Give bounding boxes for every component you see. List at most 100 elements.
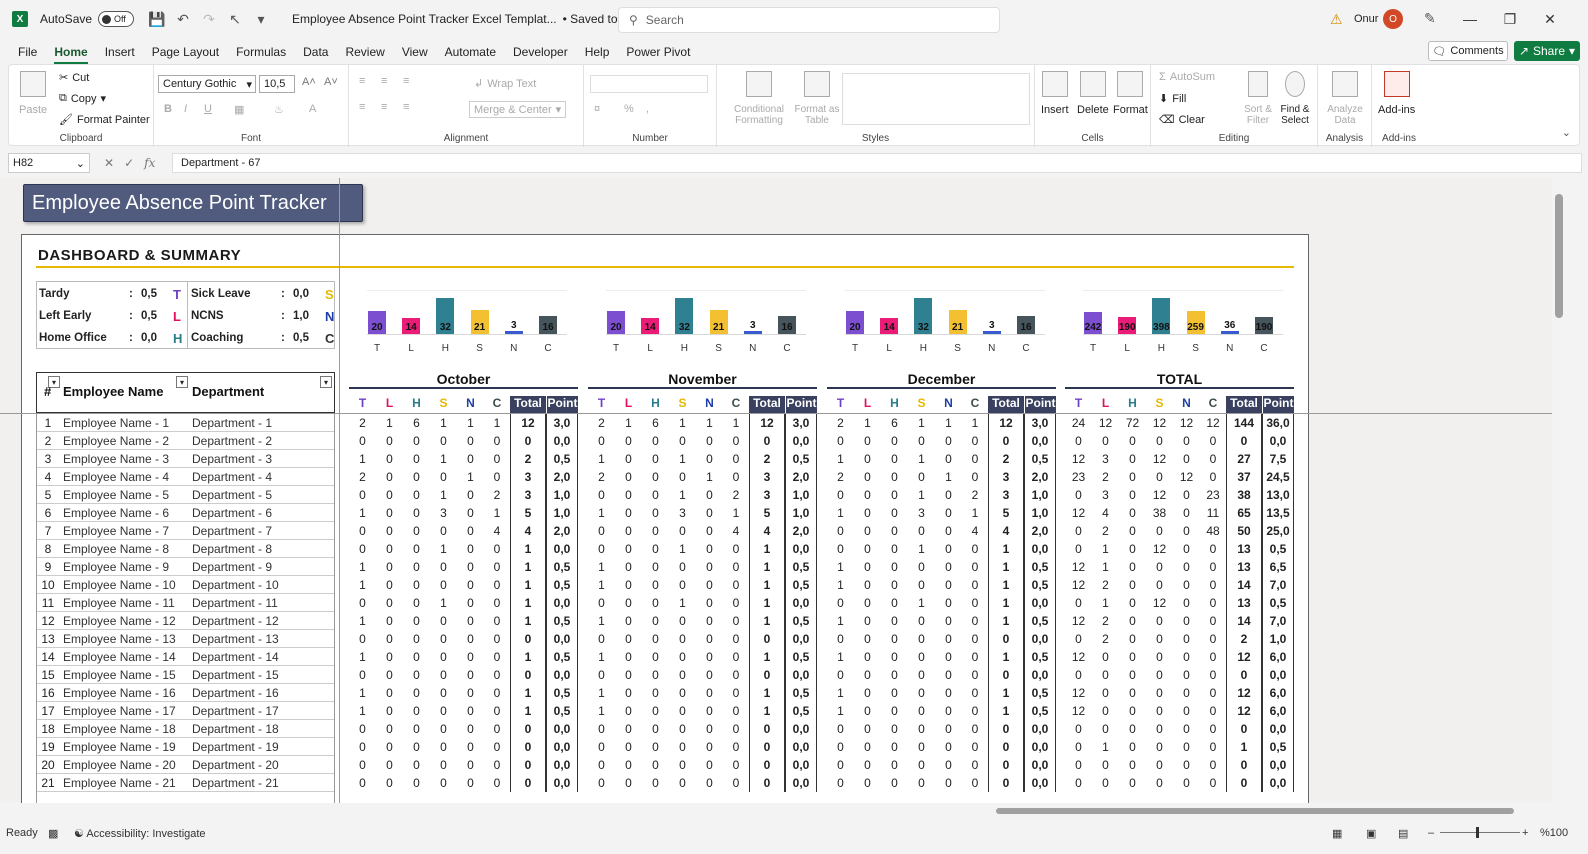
total-cell[interactable]: 144 [1226, 414, 1262, 432]
count-cell[interactable]: 0 [669, 684, 696, 702]
count-cell[interactable]: 0 [1119, 486, 1146, 504]
count-cell[interactable]: 0 [349, 594, 376, 612]
zoom-out-icon[interactable]: – [1428, 827, 1434, 839]
count-cell[interactable]: 1 [484, 504, 510, 522]
merge-center-button[interactable]: Merge & Center ▾ [469, 101, 567, 118]
cell-styles-gallery[interactable] [842, 73, 1030, 125]
count-cell[interactable]: 0 [1065, 486, 1092, 504]
tab-review[interactable]: Review [345, 42, 384, 62]
count-cell[interactable]: 0 [723, 702, 749, 720]
total-cell[interactable]: 0 [988, 756, 1024, 774]
total-cell[interactable]: 1 [988, 558, 1024, 576]
table-row[interactable]: 2 Employee Name - 2 Department - 200000000… [36, 432, 1294, 450]
count-cell[interactable]: 0 [881, 684, 908, 702]
count-cell[interactable]: 12 [1065, 612, 1092, 630]
count-cell[interactable]: 0 [696, 486, 723, 504]
count-cell[interactable]: 1 [827, 612, 854, 630]
count-cell[interactable]: 0 [457, 504, 484, 522]
count-cell[interactable]: 0 [1092, 756, 1119, 774]
count-cell[interactable]: 1 [1092, 738, 1119, 756]
count-cell[interactable]: 0 [1146, 666, 1173, 684]
count-cell[interactable]: 2 [827, 468, 854, 486]
share-button[interactable]: ↗ Share ▾ [1514, 41, 1580, 61]
point-cell[interactable]: 6,0 [1262, 648, 1294, 666]
total-cell[interactable]: 1 [510, 648, 546, 666]
count-cell[interactable]: 0 [881, 702, 908, 720]
count-cell[interactable]: 12 [1173, 414, 1200, 432]
point-cell[interactable]: 24,5 [1262, 468, 1294, 486]
count-cell[interactable]: 0 [1173, 522, 1200, 540]
count-cell[interactable]: 1 [588, 558, 615, 576]
total-cell[interactable]: 1 [988, 594, 1024, 612]
count-cell[interactable]: 0 [723, 576, 749, 594]
tab-data[interactable]: Data [303, 42, 328, 62]
count-cell[interactable]: 0 [615, 630, 642, 648]
count-cell[interactable]: 0 [376, 738, 403, 756]
count-cell[interactable]: 0 [669, 720, 696, 738]
count-cell[interactable]: 0 [696, 738, 723, 756]
count-cell[interactable]: 0 [881, 738, 908, 756]
table-row[interactable]: 7 Employee Name - 7 Department - 700000442… [36, 522, 1294, 540]
employee-name-cell[interactable]: Employee Name - 4 [63, 468, 169, 486]
employee-name-cell[interactable]: Employee Name - 15 [63, 666, 176, 684]
count-cell[interactable]: 0 [723, 756, 749, 774]
count-cell[interactable]: 0 [935, 702, 962, 720]
count-cell[interactable]: 0 [403, 684, 430, 702]
total-cell[interactable]: 0 [510, 666, 546, 684]
total-cell[interactable]: 0 [1226, 756, 1262, 774]
count-cell[interactable]: 0 [827, 432, 854, 450]
count-cell[interactable]: 0 [642, 468, 669, 486]
total-cell[interactable]: 0 [1226, 432, 1262, 450]
total-cell[interactable]: 3 [749, 486, 785, 504]
point-cell[interactable]: 3,0 [785, 414, 817, 432]
count-cell[interactable]: 0 [854, 684, 881, 702]
document-title[interactable]: Employee Absence Point Tracker Excel Tem… [292, 12, 557, 26]
count-cell[interactable]: 1 [962, 414, 988, 432]
count-cell[interactable]: 0 [403, 594, 430, 612]
avatar[interactable]: O [1383, 9, 1403, 29]
department-cell[interactable]: Department - 8 [192, 540, 272, 558]
count-cell[interactable]: 0 [935, 558, 962, 576]
count-cell[interactable]: 0 [588, 432, 615, 450]
count-cell[interactable]: 0 [615, 756, 642, 774]
count-cell[interactable]: 0 [723, 558, 749, 576]
point-cell[interactable]: 0,0 [1262, 432, 1294, 450]
point-cell[interactable]: 13,5 [1262, 504, 1294, 522]
count-cell[interactable]: 1 [349, 612, 376, 630]
count-cell[interactable]: 0 [642, 540, 669, 558]
count-cell[interactable]: 0 [1119, 648, 1146, 666]
count-cell[interactable]: 0 [962, 468, 988, 486]
count-cell[interactable]: 1 [376, 414, 403, 432]
count-cell[interactable]: 0 [908, 756, 935, 774]
count-cell[interactable]: 0 [1173, 630, 1200, 648]
count-cell[interactable]: 0 [696, 558, 723, 576]
restore-icon[interactable]: ❐ [1490, 0, 1530, 38]
count-cell[interactable]: 6 [881, 414, 908, 432]
employee-name-cell[interactable]: Employee Name - 8 [63, 540, 169, 558]
fill-color-icon[interactable]: ♨ [274, 103, 284, 116]
point-cell[interactable]: 2,0 [546, 468, 578, 486]
department-cell[interactable]: Department - 11 [192, 594, 278, 612]
total-cell[interactable]: 0 [1226, 774, 1262, 792]
count-cell[interactable]: 0 [457, 558, 484, 576]
count-cell[interactable]: 0 [854, 720, 881, 738]
count-cell[interactable]: 0 [723, 432, 749, 450]
count-cell[interactable]: 0 [403, 522, 430, 540]
count-cell[interactable]: 0 [642, 576, 669, 594]
count-cell[interactable]: 0 [484, 612, 510, 630]
total-cell[interactable]: 1 [749, 540, 785, 558]
pen-icon[interactable]: ✎ [1424, 10, 1436, 27]
total-cell[interactable]: 2 [988, 450, 1024, 468]
count-cell[interactable]: 0 [827, 666, 854, 684]
count-cell[interactable]: 12 [1065, 558, 1092, 576]
count-cell[interactable]: 0 [696, 612, 723, 630]
total-cell[interactable]: 38 [1226, 486, 1262, 504]
department-cell[interactable]: Department - 9 [192, 558, 272, 576]
count-cell[interactable]: 0 [669, 612, 696, 630]
point-cell[interactable]: 0,5 [1024, 576, 1056, 594]
count-cell[interactable]: 0 [696, 684, 723, 702]
count-cell[interactable]: 0 [1065, 666, 1092, 684]
count-cell[interactable]: 1 [588, 612, 615, 630]
department-cell[interactable]: Department - 15 [192, 666, 279, 684]
total-cell[interactable]: 0 [510, 774, 546, 792]
